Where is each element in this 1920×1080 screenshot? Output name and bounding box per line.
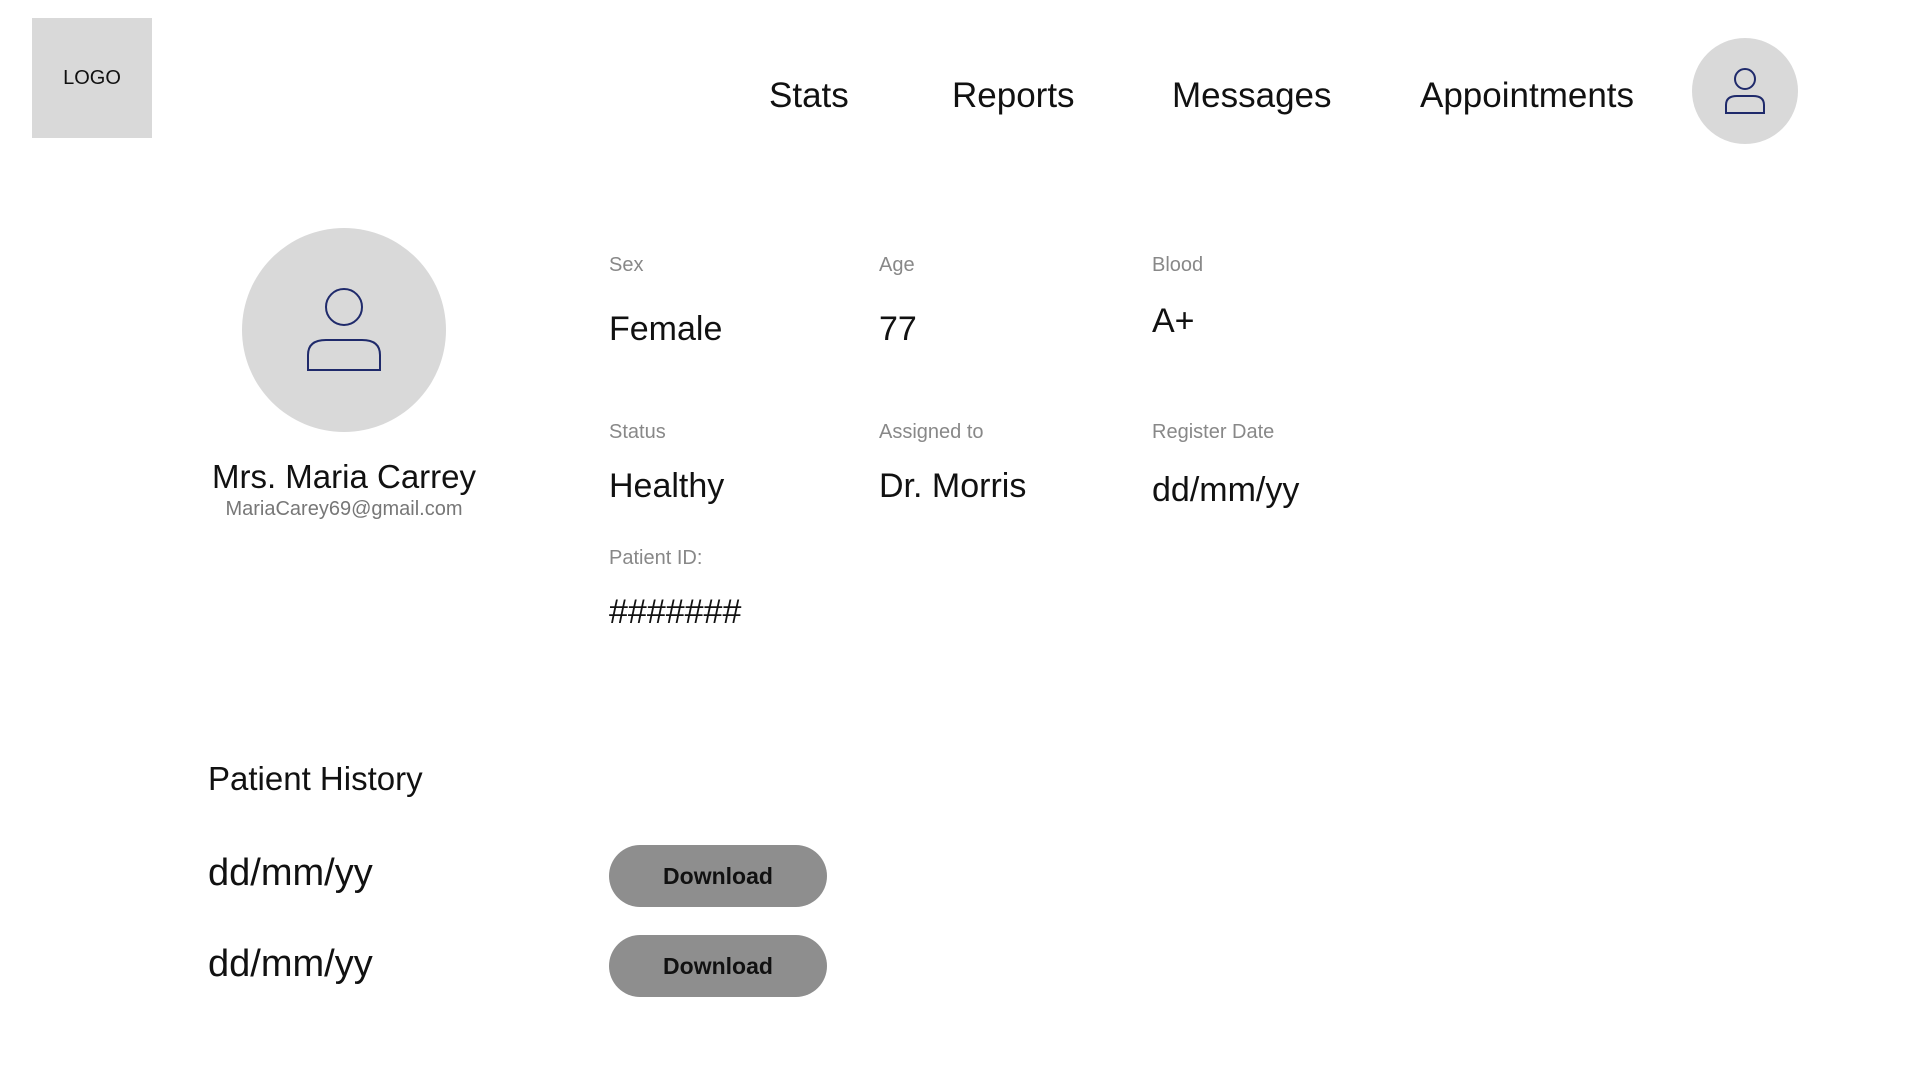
patient-id-value: ####### xyxy=(609,593,742,631)
download-button[interactable]: Download xyxy=(609,845,827,907)
patient-profile-page: LOGO Stats Reports Messages Appointments… xyxy=(0,0,1920,1080)
status-value: Healthy xyxy=(609,467,725,505)
patient-id-label: Patient ID: xyxy=(609,547,703,569)
download-button[interactable]: Download xyxy=(609,935,827,997)
register-date-label: Register Date xyxy=(1152,421,1275,443)
history-date: dd/mm/yy xyxy=(208,852,373,894)
nav-item-messages[interactable]: Messages xyxy=(1172,76,1332,116)
sex-label: Sex xyxy=(609,254,644,276)
user-icon xyxy=(1725,68,1765,114)
sex-value: Female xyxy=(609,310,723,348)
blood-value: A+ xyxy=(1152,302,1195,340)
status-label: Status xyxy=(609,421,666,443)
patient-history-title: Patient History xyxy=(208,760,423,797)
nav-item-reports[interactable]: Reports xyxy=(952,76,1075,116)
user-icon xyxy=(307,288,381,371)
patient-avatar xyxy=(242,228,446,432)
logo[interactable]: LOGO xyxy=(32,18,152,138)
account-avatar-button[interactable] xyxy=(1692,38,1798,144)
logo-text: LOGO xyxy=(63,66,121,89)
register-date-value: dd/mm/yy xyxy=(1152,471,1300,509)
nav-item-stats[interactable]: Stats xyxy=(769,76,849,116)
nav-item-appointments[interactable]: Appointments xyxy=(1420,76,1634,116)
patient-email: MariaCarey69@gmail.com xyxy=(225,498,463,520)
assigned-to-label: Assigned to xyxy=(879,421,984,443)
patient-name: Mrs. Maria Carrey xyxy=(211,458,477,495)
history-date: dd/mm/yy xyxy=(208,943,373,985)
assigned-to-value: Dr. Morris xyxy=(879,467,1027,505)
age-label: Age xyxy=(879,254,915,276)
blood-label: Blood xyxy=(1152,254,1204,276)
age-value: 77 xyxy=(879,310,917,348)
